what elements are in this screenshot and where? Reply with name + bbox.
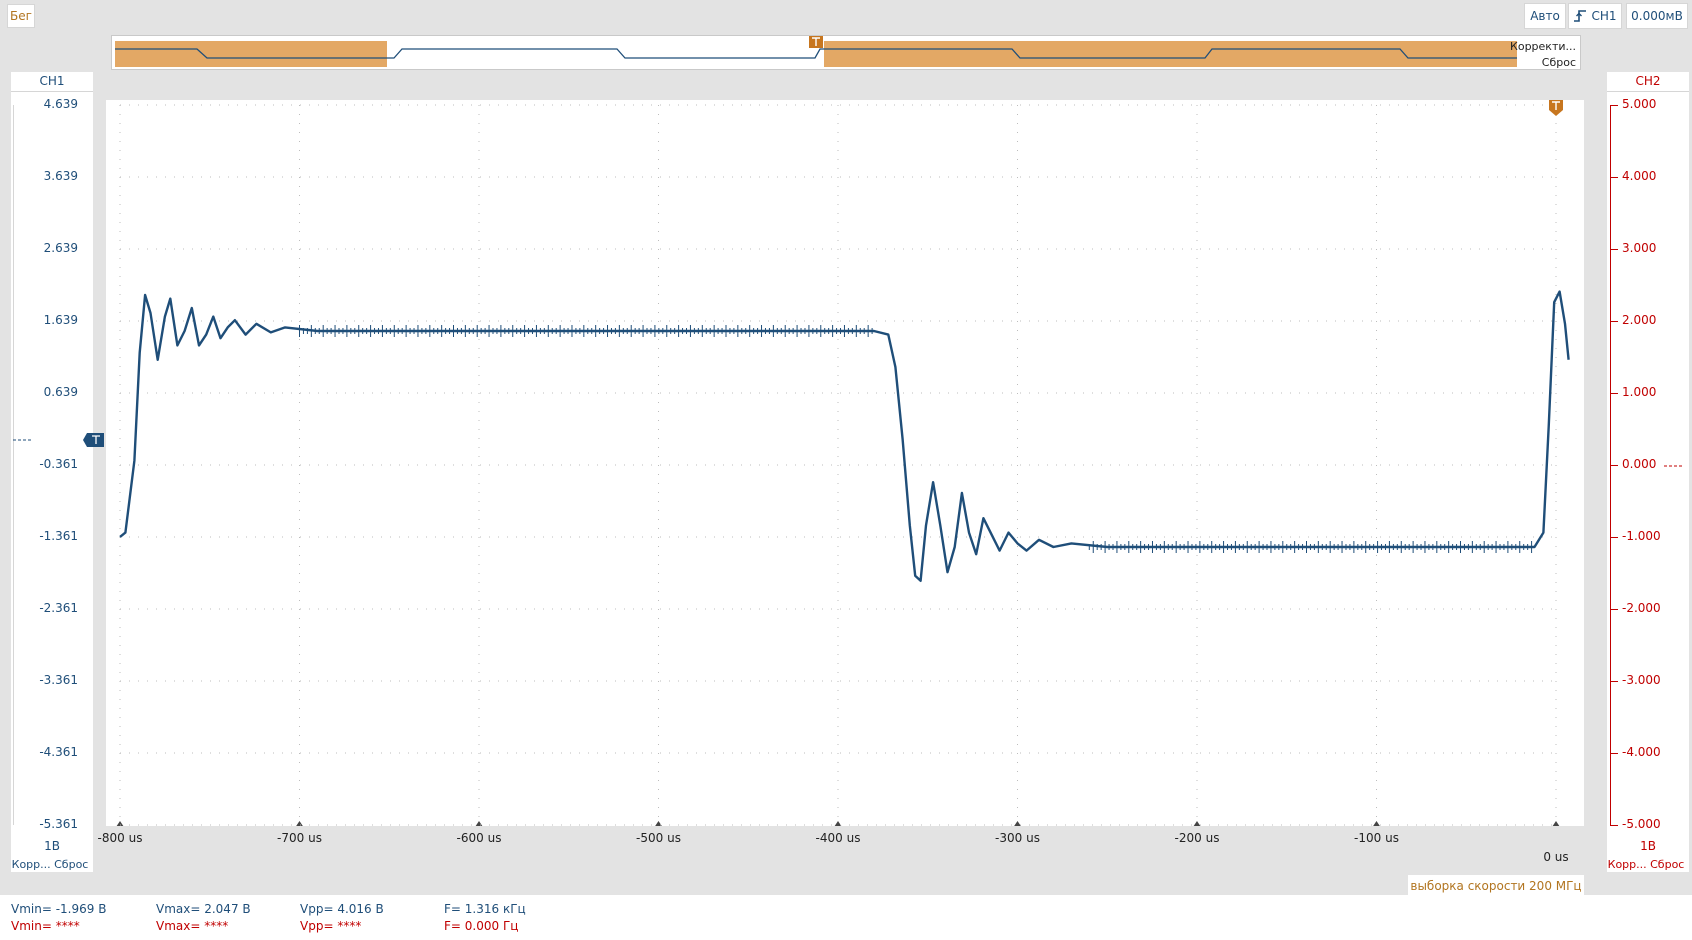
ch1-y-tick-label: 0.639 [43,385,78,399]
x-tick-mark [1373,821,1380,826]
ch2-y-tick-label: 2.000 [1622,313,1657,327]
overview-reset-button[interactable]: Сброс [1542,56,1576,69]
ch2-y-tick-label: -1.000 [1622,529,1661,543]
trigger-source-label: CH1 [1591,9,1617,23]
ch1-y-tick-label: -5.361 [39,817,78,831]
overview-highlight-left [115,41,387,67]
ch2-y-tick-label: 1.000 [1622,385,1657,399]
ch2-y-tick-label: -4.000 [1622,745,1661,759]
ch2-offset-marker[interactable] [1660,456,1690,476]
waveform-overview-bar[interactable]: Корректи... Сброс [111,35,1581,70]
overview-waveform [115,36,1517,67]
ch1-offset-marker[interactable] [11,430,107,450]
ch2-y-tick-mark [1610,681,1618,682]
x-tick-label: -300 us [995,831,1040,845]
x-tick-mark [1193,821,1201,826]
x-tick-mark [1552,821,1560,826]
ch2-y-tick-label: 4.000 [1622,169,1657,183]
ch1-vmax: Vmax= 2.047 В [156,902,251,916]
trigger-mode-button[interactable]: Авто [1524,3,1566,29]
ch2-frequency: F= 0.000 Гц [444,919,519,933]
x-tick-label: -700 us [277,831,322,845]
trigger-level-button[interactable]: 0.000мВ [1626,3,1688,29]
ch2-y-tick-label: -5.000 [1622,817,1661,831]
ch1-y-tick-label: -2.361 [39,601,78,615]
divider [11,91,93,92]
ch2-y-tick-label: -2.000 [1622,601,1661,615]
x-tick-zero: 0 us [1543,850,1569,864]
ch1-y-axis-line [13,105,14,825]
rising-edge-icon [1574,10,1587,22]
ch1-vpp: Vpp= 4.016 В [300,902,384,916]
ch2-vmax: Vmax= **** [156,919,229,933]
ch1-frequency: F= 1.316 кГц [444,902,526,916]
trigger-source-button[interactable]: CH1 [1568,3,1622,29]
ch2-y-tick-mark [1610,321,1618,322]
ch1-correction-reset[interactable]: Корр... Сброс [9,858,91,871]
ch2-correction-reset[interactable]: Корр... Сброс [1605,858,1687,871]
ch1-y-tick-label: -1.361 [39,529,78,543]
measurement-panel: Vmin= -1.969 В Vmax= 2.047 В Vpp= 4.016 … [0,895,1692,940]
x-tick-label: -100 us [1354,831,1399,845]
ch2-y-tick-mark [1610,537,1618,538]
ch1-y-tick-label: 4.639 [43,97,78,111]
ch1-y-tick-label: 3.639 [43,169,78,183]
run-button[interactable]: Бег [7,4,35,28]
oscilloscope-plot[interactable] [106,100,1584,826]
ch2-y-tick-mark [1610,105,1618,106]
plot-svg[interactable] [106,100,1584,826]
ch2-y-tick-mark [1610,609,1618,610]
ch1-vmin: Vmin= -1.969 В [11,902,107,916]
x-tick-mark [296,821,303,826]
ch2-y-tick-mark [1610,753,1618,754]
x-tick-label: -800 us [97,831,143,845]
x-tick-mark [655,821,662,826]
ch1-title[interactable]: CH1 [11,74,93,88]
ch1-y-tick-label: 2.639 [43,241,78,255]
overview-correction-button[interactable]: Корректи... [1510,40,1576,53]
ch1-y-tick-label: -4.361 [39,745,78,759]
ch1-y-tick-label: 1.639 [43,313,78,327]
ch2-y-axis-line [1610,105,1611,825]
ch1-y-tick-label: -0.361 [39,457,78,471]
ch2-y-tick-mark [1610,465,1618,466]
x-tick-label: -500 us [636,831,681,845]
ch2-y-tick-mark [1610,249,1618,250]
ch2-vmin: Vmin= **** [11,919,80,933]
sample-rate-label: выборка скорости 200 МГц [1408,875,1584,896]
ch2-y-tick-label: 5.000 [1622,97,1657,111]
overview-trigger-marker[interactable] [809,36,823,48]
ch2-y-tick-mark [1610,177,1618,178]
ch2-title[interactable]: CH2 [1607,74,1689,88]
x-tick-mark [475,821,483,826]
x-tick-label: -400 us [815,831,861,845]
overview-highlight-right [824,41,1517,67]
divider [1607,91,1689,92]
ch2-y-tick-label: -3.000 [1622,673,1661,687]
ch2-y-tick-mark [1610,825,1618,826]
x-tick-label: -600 us [456,831,502,845]
ch2-vpp: Vpp= **** [300,919,362,933]
ch1-y-tick-label: -3.361 [39,673,78,687]
ch2-y-tick-mark [1610,393,1618,394]
x-tick-label: -200 us [1174,831,1220,845]
ch2-y-tick-label: 3.000 [1622,241,1657,255]
ch1-scale-label[interactable]: 1В [11,839,93,853]
ch2-scale-label[interactable]: 1В [1607,839,1689,853]
